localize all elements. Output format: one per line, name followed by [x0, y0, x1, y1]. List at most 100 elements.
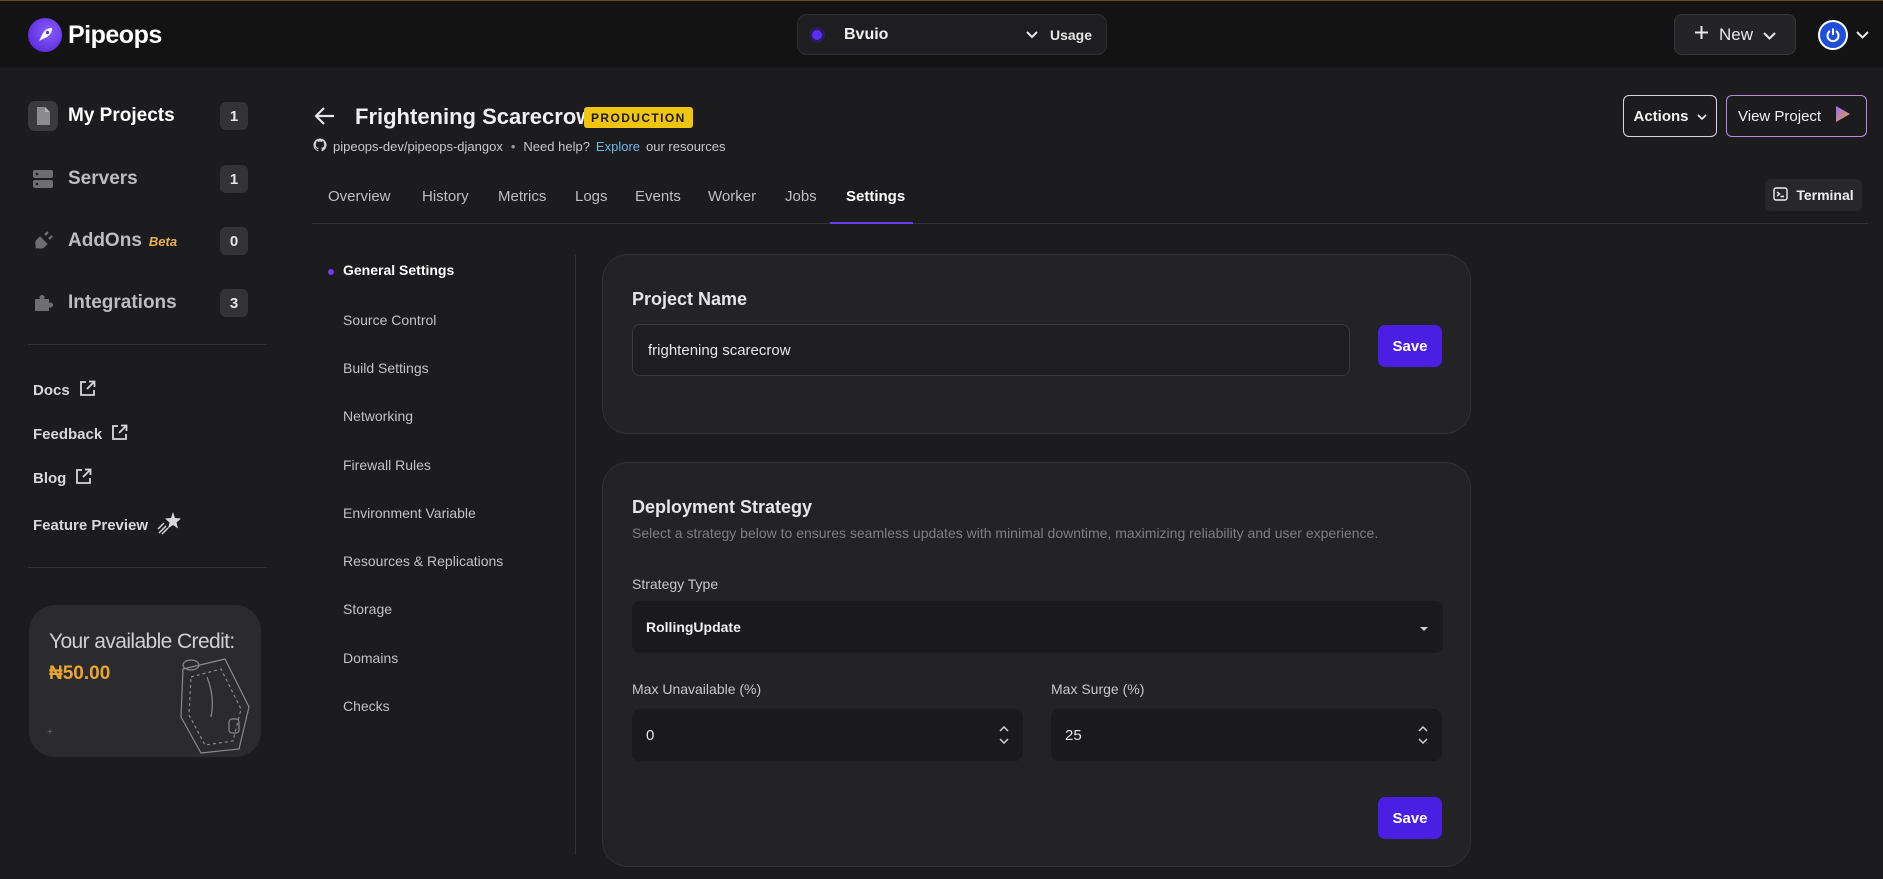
settings-nav-firewall[interactable]: Firewall Rules	[343, 457, 431, 473]
settings-nav-general[interactable]: General Settings	[343, 262, 454, 278]
chevron-down-icon	[1696, 108, 1707, 125]
number-stepper[interactable]	[999, 726, 1009, 744]
sidebar-item-servers[interactable]: Servers 1	[28, 161, 248, 197]
project-tabs: Overview History Metrics Logs Events Wor…	[312, 182, 1868, 224]
docs-link[interactable]: Docs	[33, 380, 96, 401]
new-button[interactable]: New	[1674, 14, 1796, 55]
credit-title: Your available Credit:	[49, 630, 235, 653]
explore-link[interactable]: Explore	[596, 139, 640, 154]
repo-link[interactable]: pipeops-dev/pipeops-djangox	[333, 139, 503, 154]
account-menu[interactable]	[1818, 16, 1874, 54]
feedback-link-label: Feedback	[33, 426, 103, 443]
org-switcher[interactable]: Bvuio Usage	[797, 14, 1107, 55]
caret-down-icon	[1419, 619, 1429, 635]
terminal-icon	[1773, 186, 1789, 204]
back-arrow-icon[interactable]	[313, 104, 337, 133]
tab-events[interactable]: Events	[635, 188, 681, 205]
sidebar-item-addons[interactable]: AddOns Beta 0	[28, 223, 248, 259]
settings-nav-build[interactable]: Build Settings	[343, 360, 429, 376]
settings-nav-domains[interactable]: Domains	[343, 650, 398, 666]
feature-preview-link[interactable]: Feature Preview	[33, 511, 183, 539]
number-stepper[interactable]	[1418, 726, 1428, 744]
plus-icon	[1694, 25, 1709, 45]
settings-nav: General Settings Source Control Build Se…	[325, 255, 575, 855]
project-name-card: Project Name frightening scarecrow Save	[602, 254, 1471, 434]
max-unavailable-input[interactable]: 0	[632, 709, 1023, 761]
docs-link-label: Docs	[33, 382, 70, 399]
max-unavailable-value: 0	[646, 726, 655, 744]
sparkle-star-icon	[157, 511, 183, 539]
active-tab-indicator	[830, 222, 913, 224]
tab-worker[interactable]: Worker	[708, 188, 756, 205]
sidebar: My Projects 1 Servers 1 AddOns Beta 0 In…	[0, 67, 290, 879]
deployment-strategy-title: Deployment Strategy	[632, 497, 813, 517]
chevron-down-icon	[1418, 738, 1428, 744]
sidebar-item-label: Integrations	[68, 292, 177, 313]
tab-jobs[interactable]: Jobs	[785, 188, 817, 205]
project-name-input[interactable]: frightening scarecrow	[632, 324, 1350, 376]
usage-link[interactable]: Usage	[1050, 27, 1092, 43]
blog-link-label: Blog	[33, 470, 67, 487]
avatar[interactable]	[1818, 20, 1848, 50]
settings-nav-storage[interactable]: Storage	[343, 601, 392, 617]
plug-icon	[28, 226, 58, 256]
sidebar-item-my-projects[interactable]: My Projects 1	[28, 98, 248, 134]
active-dot-icon	[328, 269, 334, 275]
max-unavailable-label: Max Unavailable (%)	[632, 681, 762, 697]
view-project-button[interactable]: View Project	[1726, 95, 1867, 137]
save-project-name-button[interactable]: Save	[1378, 325, 1442, 367]
beta-badge: Beta	[148, 233, 178, 249]
tab-history[interactable]: History	[422, 188, 469, 205]
help-suffix: our resources	[646, 139, 726, 154]
max-surge-label: Max Surge (%)	[1051, 681, 1145, 697]
max-surge-value: 25	[1065, 726, 1082, 744]
settings-nav-env-vars[interactable]: Environment Variable	[343, 505, 476, 521]
environment-badge: PRODUCTION	[584, 107, 693, 128]
settings-nav-checks[interactable]: Checks	[343, 698, 390, 714]
projects-count-badge: 1	[220, 102, 248, 130]
chevron-up-icon	[999, 726, 1009, 732]
sidebar-item-label: AddOns	[68, 230, 142, 251]
github-icon	[313, 138, 327, 155]
strategy-type-select[interactable]: RollingUpdate	[632, 601, 1443, 653]
sidebar-item-label: My Projects	[68, 105, 175, 126]
save-deployment-button[interactable]: Save	[1378, 797, 1442, 839]
servers-count-badge: 1	[220, 165, 248, 193]
repo-separator: •	[510, 139, 516, 154]
file-icon	[28, 101, 58, 131]
sidebar-item-integrations[interactable]: Integrations 3	[28, 285, 248, 321]
org-dot-icon	[812, 29, 822, 40]
actions-button[interactable]: Actions	[1623, 95, 1717, 137]
external-link-icon	[111, 424, 128, 445]
settings-nav-networking[interactable]: Networking	[343, 408, 413, 424]
sidebar-divider	[28, 344, 267, 345]
blog-link[interactable]: Blog	[33, 468, 92, 489]
tab-metrics[interactable]: Metrics	[498, 188, 546, 205]
new-button-label: New	[1718, 24, 1753, 44]
chevron-down-icon	[1763, 25, 1776, 45]
chevron-down-icon[interactable]	[1026, 26, 1038, 44]
integrations-count-badge: 3	[220, 289, 248, 317]
settings-divider	[575, 255, 576, 855]
settings-nav-source-control[interactable]: Source Control	[343, 312, 436, 328]
sidebar-item-label: Servers	[68, 168, 138, 189]
external-link-icon	[79, 380, 96, 401]
max-surge-input[interactable]: 25	[1051, 709, 1442, 761]
repo-line: pipeops-dev/pipeops-djangox • Need help?…	[313, 138, 725, 155]
tab-settings[interactable]: Settings	[846, 188, 905, 205]
credit-card: Your available Credit: ₦50.00 +	[29, 605, 261, 757]
terminal-button[interactable]: Terminal	[1765, 179, 1862, 211]
settings-nav-resources[interactable]: Resources & Replications	[343, 553, 503, 569]
credit-amount: ₦50.00	[49, 663, 111, 684]
terminal-label: Terminal	[1796, 187, 1854, 203]
server-icon	[28, 164, 58, 194]
chevron-up-icon	[1418, 726, 1428, 732]
top-bar: Pipeops Bvuio Usage New	[0, 0, 1883, 67]
credit-plus: +	[47, 727, 53, 738]
tab-logs[interactable]: Logs	[575, 188, 608, 205]
feature-preview-label: Feature Preview	[33, 516, 149, 534]
help-prefix: Need help?	[523, 139, 590, 154]
brand[interactable]: Pipeops	[28, 17, 162, 53]
tab-overview[interactable]: Overview	[328, 188, 391, 205]
feedback-link[interactable]: Feedback	[33, 424, 128, 445]
